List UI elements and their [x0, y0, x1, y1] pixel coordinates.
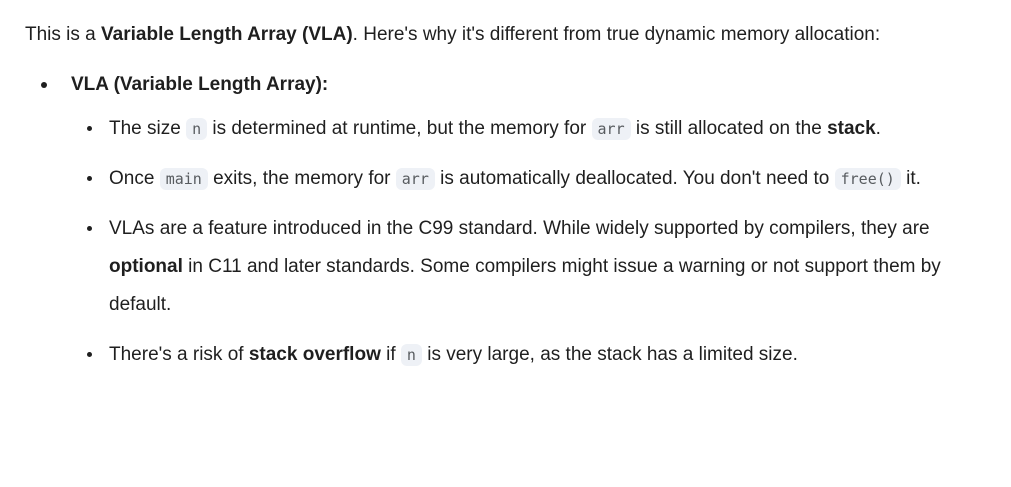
- inline-code: arr: [591, 118, 631, 140]
- item-text: is very large, as the stack has a limite…: [421, 344, 798, 365]
- item-text: Once: [109, 168, 160, 189]
- item-text: is determined at runtime, but the memory…: [207, 118, 592, 139]
- intro-suffix: . Here's why it's different from true dy…: [352, 24, 881, 45]
- list-item: VLAs are a feature introduced in the C99…: [71, 210, 985, 324]
- inline-code: arr: [395, 168, 435, 190]
- bullet-icon: [87, 126, 92, 131]
- item-text: is still allocated on the: [630, 118, 828, 139]
- item-text: .: [875, 118, 881, 139]
- intro-prefix: This is a: [25, 24, 102, 45]
- section-heading: VLA (Variable Length Array):: [71, 74, 329, 95]
- item-text: is automatically deallocated. You don't …: [434, 168, 835, 189]
- intro-bold-term: Variable Length Array (VLA): [101, 24, 353, 45]
- bold-term: stack: [827, 118, 876, 139]
- inline-code: main: [159, 168, 208, 190]
- item-text: in C11 and later standards. Some compile…: [109, 256, 941, 315]
- item-text: if: [380, 344, 401, 365]
- inline-code: n: [186, 118, 208, 140]
- bullet-icon: [87, 176, 92, 181]
- list-item: Once main exits, the memory for arr is a…: [71, 160, 985, 198]
- bold-term: optional: [109, 256, 183, 277]
- bold-term: stack overflow: [248, 344, 381, 365]
- outer-list-item: VLA (Variable Length Array): The size n …: [25, 66, 985, 374]
- list-item: There's a risk of stack overflow if n is…: [71, 336, 985, 374]
- item-text: it.: [900, 168, 921, 189]
- inline-code: free(): [834, 168, 901, 190]
- outer-list: VLA (Variable Length Array): The size n …: [25, 66, 985, 374]
- item-text: The size: [109, 118, 187, 139]
- item-text: exits, the memory for: [207, 168, 396, 189]
- item-text: VLAs are a feature introduced in the C99…: [109, 218, 930, 239]
- list-item: The size n is determined at runtime, but…: [71, 110, 985, 148]
- response-document: This is a Variable Length Array (VLA). H…: [25, 16, 985, 386]
- inner-list: The size n is determined at runtime, but…: [71, 110, 985, 374]
- bullet-icon: [87, 226, 92, 231]
- item-text: There's a risk of: [109, 344, 249, 365]
- bullet-icon: [87, 352, 92, 357]
- inline-code: n: [400, 344, 422, 366]
- bullet-icon: [41, 82, 47, 88]
- intro-paragraph: This is a Variable Length Array (VLA). H…: [25, 16, 985, 54]
